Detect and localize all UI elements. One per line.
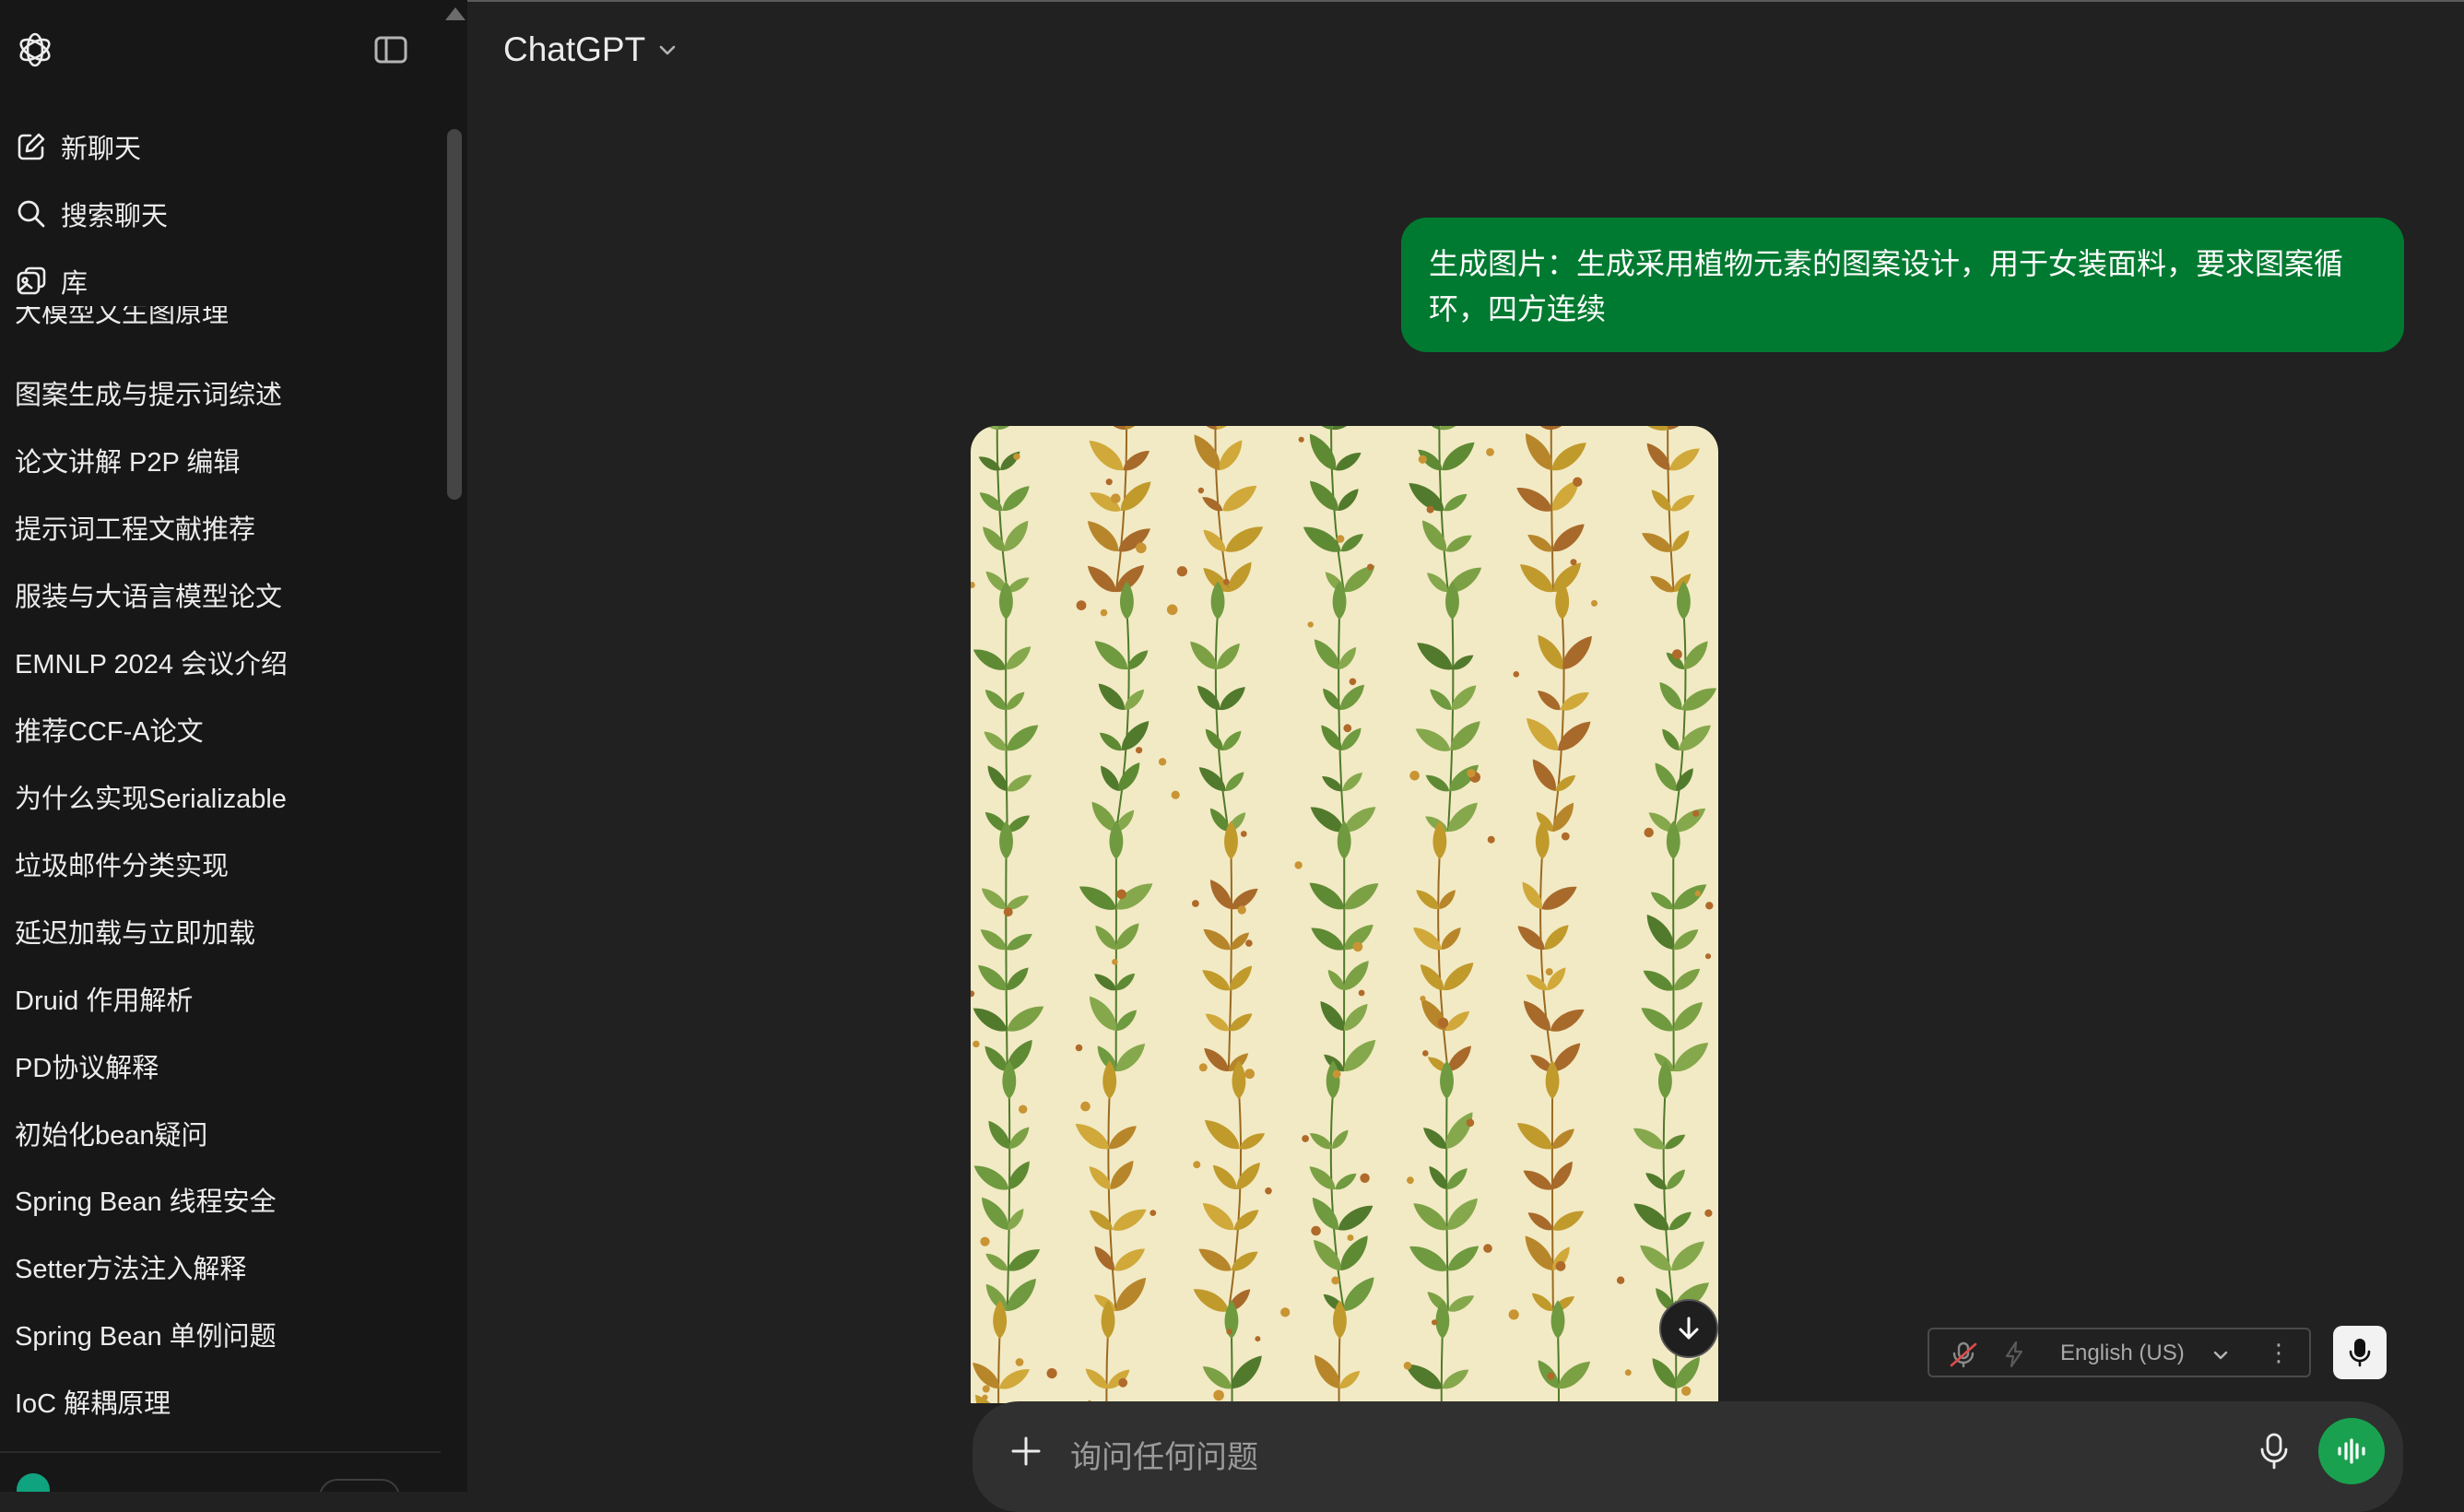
new-chat-label: 新聊天 [61,135,142,164]
history-item[interactable]: 为什么实现Serializable [15,777,287,816]
sidebar: 新聊天 搜索聊天 库 大模型文生图原理 图案生成与提示词综述 论文讲解 P2P … [0,0,467,1492]
openai-logo-icon[interactable] [13,28,57,72]
plus-icon[interactable] [1008,1433,1044,1470]
generated-image[interactable] [971,426,1718,1403]
microphone-icon[interactable] [2256,1431,2293,1471]
history-item[interactable]: Spring Bean 单例问题 [15,1315,277,1353]
edit-icon [18,133,45,160]
history-item[interactable]: Setter方法注入解释 [15,1247,246,1286]
voice-mode-button[interactable] [2318,1418,2385,1484]
user-message-text: 生成图片：生成采用植物元素的图案设计，用于女装面料，要求图案循环，四方连续 [1429,247,2344,325]
search-chats-label: 搜索聊天 [61,202,169,231]
scrollbar-up-arrow[interactable] [445,7,466,20]
botanical-pattern-image [971,426,1718,1403]
search-chats-button[interactable]: 搜索聊天 [15,188,168,240]
history-item-partial-label: 大模型文生图原理 [15,306,230,328]
sidebar-toggle-icon[interactable] [372,33,409,66]
history-item[interactable]: 图案生成与提示词综述 [15,373,282,412]
mic-muted-icon[interactable] [1948,1341,1979,1368]
message-input[interactable]: 询问任何问题 [1070,1432,1258,1477]
dictation-mic-button[interactable] [2333,1326,2387,1379]
history-item-partial[interactable]: 大模型文生图原理 [15,306,291,332]
chevron-down-icon[interactable] [2211,1346,2230,1364]
dictation-language[interactable]: English (US) [2060,1341,2185,1366]
sidebar-bottom-divider [0,1451,441,1453]
history-item[interactable]: 服装与大语言模型论文 [15,575,282,614]
history-item[interactable]: IoC 解耦原理 [15,1382,171,1421]
history-item[interactable]: Spring Bean 线程安全 [15,1180,277,1219]
history-item[interactable]: 提示词工程文献推荐 [15,508,255,547]
voice-waveform-icon [2338,1438,2365,1464]
microphone-icon [2349,1339,2371,1367]
chevron-down-icon [659,45,676,55]
history-item[interactable]: 延迟加载与立即加载 [15,912,255,951]
model-selector[interactable]: ChatGPT [503,26,678,74]
search-icon [18,200,45,228]
lightning-icon[interactable] [2003,1341,2025,1368]
sidebar-scrollbar-thumb[interactable] [447,129,462,500]
library-label: 库 [61,269,88,299]
message-composer: 询问任何问题 [973,1401,2403,1512]
history-item[interactable]: 推荐CCF-A论文 [15,710,204,749]
history-item[interactable]: Druid 作用解析 [15,979,193,1018]
scroll-to-bottom-button[interactable] [1659,1299,1718,1358]
model-name: ChatGPT [503,30,646,68]
avatar[interactable] [17,1473,50,1492]
dictation-toolbar: English (US) ⋮ [1928,1328,2311,1377]
upgrade-pill-button[interactable] [319,1479,400,1492]
history-item[interactable]: 垃圾邮件分类实现 [15,845,229,883]
more-options-icon[interactable]: ⋮ [2267,1339,2291,1367]
arrow-down-icon [1679,1317,1699,1340]
library-icon [17,266,46,295]
library-button[interactable]: 库 [15,255,88,307]
history-item[interactable]: EMNLP 2024 会议介绍 [15,643,288,681]
user-message-bubble: 生成图片：生成采用植物元素的图案设计，用于女装面料，要求图案循环，四方连续 [1401,218,2404,352]
history-item[interactable]: 论文讲解 P2P 编辑 [15,441,240,479]
history-item[interactable]: 初始化bean疑问 [15,1114,208,1152]
new-chat-button[interactable]: 新聊天 [15,121,141,172]
history-item[interactable]: PD协议解释 [15,1046,159,1085]
